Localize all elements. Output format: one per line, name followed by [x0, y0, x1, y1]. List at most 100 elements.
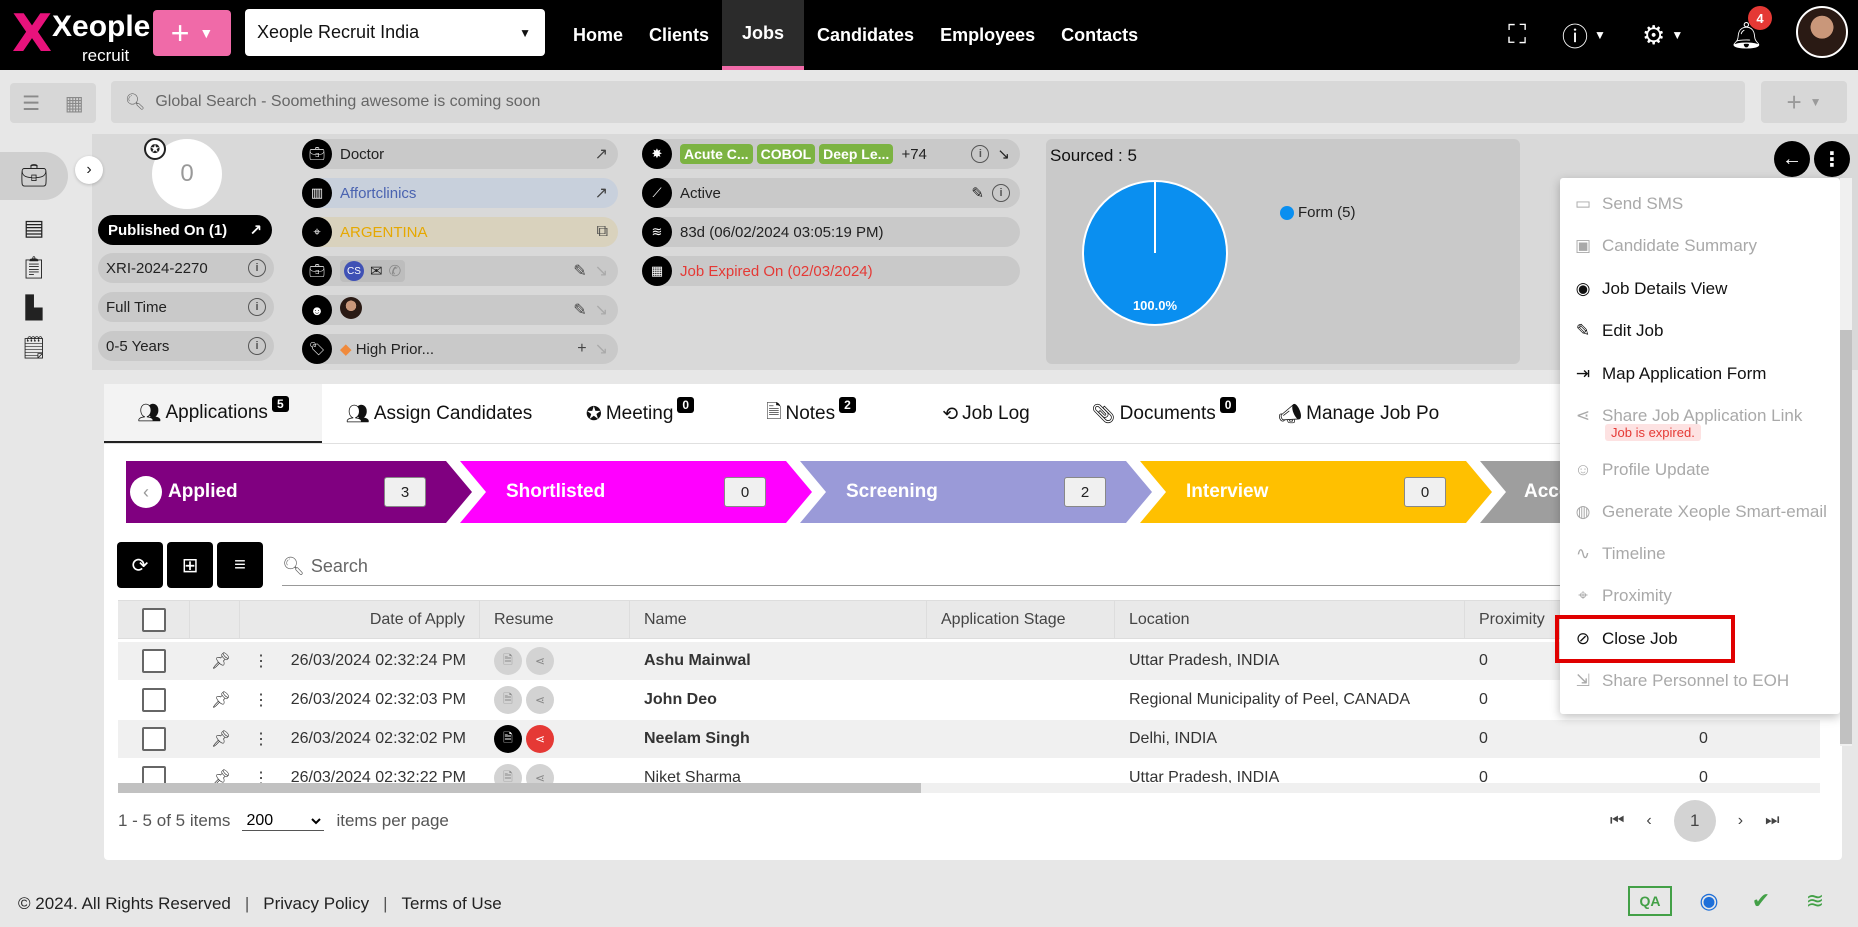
stage-screening[interactable]: Screening 2	[800, 461, 1152, 523]
xeople-logo[interactable]: X Xeople recruit	[10, 2, 150, 66]
tree-view-button[interactable]: ⊞	[167, 542, 213, 588]
tab-manage-job-portal[interactable]: 📣︎ Manage Job Po	[1254, 384, 1450, 444]
nav-contacts[interactable]: Contacts	[1048, 0, 1151, 70]
grid-search-input[interactable]	[310, 556, 1511, 577]
row-checkbox[interactable]	[142, 688, 166, 712]
horizontal-scrollbar-thumb[interactable]	[118, 783, 921, 793]
terms-of-use-link[interactable]: Terms of Use	[402, 894, 502, 914]
sidebar-item-jobs[interactable]: 💼︎	[0, 152, 68, 200]
table-row[interactable]: 📌︎ ⋮ 26/03/2024 02:32:22 PM 🗎 ⋖ Niket Shar…	[118, 759, 1820, 783]
external-link-icon[interactable]: ⧉	[597, 223, 608, 241]
info-icon[interactable]: i	[992, 184, 1010, 202]
tab-notes[interactable]: 🗎 Notes 2	[724, 384, 898, 444]
client-name[interactable]: Affortclinics	[340, 185, 587, 202]
sidebar-item-notes[interactable]: 🗒︎	[0, 324, 68, 372]
list-view-icon[interactable]: ☰	[22, 91, 40, 116]
menu-item-timeline[interactable]: ∿ Timeline	[1572, 536, 1666, 572]
pin-icon[interactable]: 📌︎	[211, 690, 231, 710]
more-vertical-icon[interactable]: ⋮	[253, 768, 269, 783]
nav-clients[interactable]: Clients	[636, 0, 722, 70]
tab-assign-candidates[interactable]: 👥︎ Assign Candidates	[322, 384, 556, 444]
page-size-select[interactable]: 200	[242, 811, 325, 831]
stage-interview[interactable]: Interview 0	[1140, 461, 1492, 523]
more-vertical-icon[interactable]: ⋮	[253, 690, 269, 710]
vertical-scrollbar-thumb[interactable]	[1840, 330, 1852, 744]
menu-item-generate-xeople-smart-email[interactable]: ◍ Generate Xeople Smart-email	[1572, 494, 1827, 530]
nav-jobs[interactable]: Jobs	[722, 0, 805, 70]
resume-document-icon[interactable]: 🗎	[494, 725, 522, 753]
chevron-right-icon[interactable]: ›	[75, 156, 103, 184]
tab-applications[interactable]: 👥︎ Applications 5	[104, 384, 322, 444]
more-vertical-icon[interactable]: ⋮	[253, 729, 269, 749]
info-icon[interactable]: i	[971, 145, 990, 163]
menu-item-candidate-summary[interactable]: ▣ Candidate Summary	[1572, 228, 1757, 264]
menu-item-send-sms[interactable]: ▭ Send SMS	[1572, 186, 1683, 222]
menu-item-share-personnel-to-eoh[interactable]: ⇲ Share Personnel to EOH	[1572, 663, 1789, 699]
arrow-up-right-icon[interactable]: ↗	[595, 144, 608, 164]
share-icon[interactable]: ⋖	[526, 725, 554, 753]
nav-home[interactable]: Home	[560, 0, 636, 70]
menu-item-edit-job[interactable]: ✎ Edit Job	[1572, 313, 1664, 349]
cell-name[interactable]: John Deo	[630, 681, 927, 719]
fullscreen-icon[interactable]: ⛶	[1508, 0, 1526, 70]
pencil-icon[interactable]: ✎	[971, 184, 984, 202]
mail-icon[interactable]: ✉	[370, 262, 383, 280]
col-location[interactable]: Location	[1115, 601, 1465, 638]
published-on-pill[interactable]: Published On (1) ↗	[98, 215, 272, 245]
settings-gear-icon[interactable]: ⚙ ▼	[1642, 0, 1683, 70]
filter-button[interactable]: ≡	[217, 542, 263, 588]
cell-name[interactable]: Neelam Singh	[630, 720, 927, 758]
pin-icon[interactable]: 📌︎	[211, 729, 231, 749]
stage-shortlisted[interactable]: Shortlisted 0	[460, 461, 812, 523]
quick-add-button[interactable]: + ▼	[153, 10, 231, 56]
help-icon[interactable]: ⓘ ▼	[1562, 0, 1606, 70]
table-row[interactable]: 📌︎ ⋮ 26/03/2024 02:32:02 PM 🗎 ⋖ Neelam Sin…	[118, 720, 1820, 758]
phone-icon[interactable]: ✆	[389, 262, 402, 280]
info-icon[interactable]: i	[248, 337, 266, 355]
user-circle-icon[interactable]: ◉	[1694, 886, 1724, 916]
prev-page-icon[interactable]: ‹	[1646, 812, 1651, 830]
more-vertical-icon[interactable]: ⋮	[253, 651, 269, 671]
tab-meeting[interactable]: ✪ Meeting 0	[556, 384, 724, 444]
menu-item-map-application-form[interactable]: ⇥ Map Application Form	[1572, 356, 1767, 392]
last-page-icon[interactable]: ⏭	[1765, 812, 1779, 830]
page-number[interactable]: 1	[1673, 800, 1716, 842]
info-icon[interactable]: i	[248, 298, 266, 316]
company-select[interactable]: Xeople Recruit India ▼	[245, 9, 545, 56]
next-page-icon[interactable]: ›	[1738, 812, 1743, 830]
menu-item-proximity[interactable]: ⌖ Proximity	[1572, 578, 1672, 614]
privacy-policy-link[interactable]: Privacy Policy	[263, 894, 369, 914]
stage-applied[interactable]: Applied 3	[126, 461, 472, 523]
tab-job-log[interactable]: ⟲ Job Log	[898, 384, 1074, 444]
select-all-checkbox[interactable]	[141, 607, 166, 632]
col-date-of-apply[interactable]: Date of Apply	[240, 601, 480, 638]
skills-more[interactable]: +74	[901, 146, 926, 163]
pencil-icon[interactable]: ✎	[573, 300, 586, 320]
info-icon[interactable]: i	[248, 259, 266, 277]
row-checkbox[interactable]	[142, 727, 166, 751]
more-vertical-icon[interactable]: ⋮	[1814, 141, 1850, 177]
pencil-icon[interactable]: ✎	[573, 261, 586, 281]
col-resume[interactable]: Resume	[480, 601, 630, 638]
check-circle-icon[interactable]: ✔	[1746, 886, 1776, 916]
cell-name[interactable]: Niket Sharma	[630, 759, 927, 783]
chevron-left-icon[interactable]: ‹	[130, 476, 162, 508]
pin-icon[interactable]: 📌︎	[211, 651, 231, 671]
nav-employees[interactable]: Employees	[927, 0, 1048, 70]
row-checkbox[interactable]	[142, 766, 166, 783]
refresh-button[interactable]: ⟳	[117, 542, 163, 588]
user-avatar[interactable]	[1796, 6, 1848, 58]
arrow-down-right-icon[interactable]: ↘	[997, 145, 1010, 163]
first-page-icon[interactable]: ⏮	[1610, 812, 1624, 830]
global-search-input[interactable]	[155, 93, 1656, 111]
nav-candidates[interactable]: Candidates	[804, 0, 927, 70]
plus-icon[interactable]: +	[577, 340, 586, 358]
cell-name[interactable]: Ashu Mainwal	[630, 642, 927, 680]
tab-documents[interactable]: 📎︎ Documents 0	[1074, 384, 1254, 444]
pin-icon[interactable]: 📌︎	[211, 768, 231, 783]
row-checkbox[interactable]	[142, 649, 166, 673]
add-button-disabled[interactable]: + ▼	[1761, 81, 1847, 123]
back-arrow-icon[interactable]: ←	[1774, 141, 1810, 177]
col-application-stage[interactable]: Application Stage	[927, 601, 1115, 638]
col-name[interactable]: Name	[630, 601, 927, 638]
